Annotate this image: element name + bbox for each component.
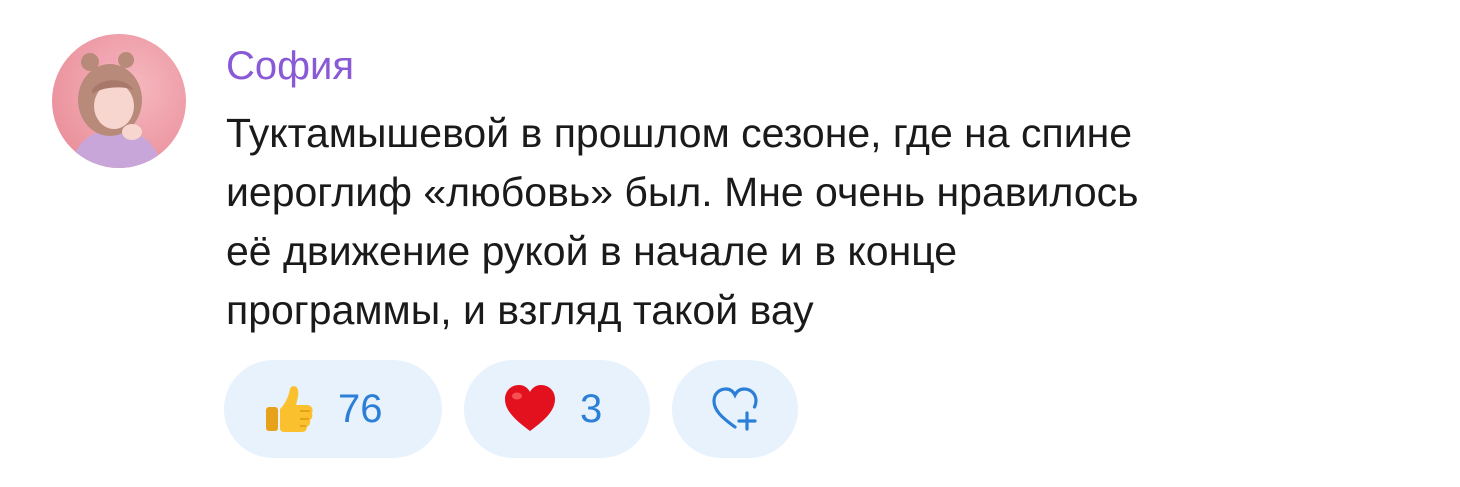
comment-text-line: программы, и взгляд такой вау [226, 287, 814, 333]
heart-reaction-button[interactable]: 3 [464, 360, 650, 458]
comment: София Туктамышевой в прошлом сезоне, где… [0, 0, 1460, 487]
comment-text: Туктамышевой в прошлом сезоне, где на сп… [226, 104, 1426, 340]
add-reaction-button[interactable] [672, 360, 798, 458]
avatar[interactable] [52, 34, 186, 168]
comment-text-line: Туктамышевой в прошлом сезоне, где на сп… [226, 110, 1133, 156]
like-reaction-button[interactable]: 76 [224, 360, 442, 458]
avatar-image [52, 34, 186, 168]
author-name[interactable]: София [226, 40, 354, 92]
thumbs-up-icon [260, 381, 316, 437]
heart-icon [502, 381, 558, 437]
comment-text-line: её движение рукой в начале и в конце [226, 228, 958, 274]
comment-text-line: иероглиф «любовь» был. Мне очень нравило… [226, 169, 1139, 215]
add-reaction-icon [709, 383, 761, 435]
reactions-bar: 76 3 [224, 360, 798, 458]
heart-count: 3 [580, 387, 603, 431]
like-count: 76 [338, 387, 383, 431]
